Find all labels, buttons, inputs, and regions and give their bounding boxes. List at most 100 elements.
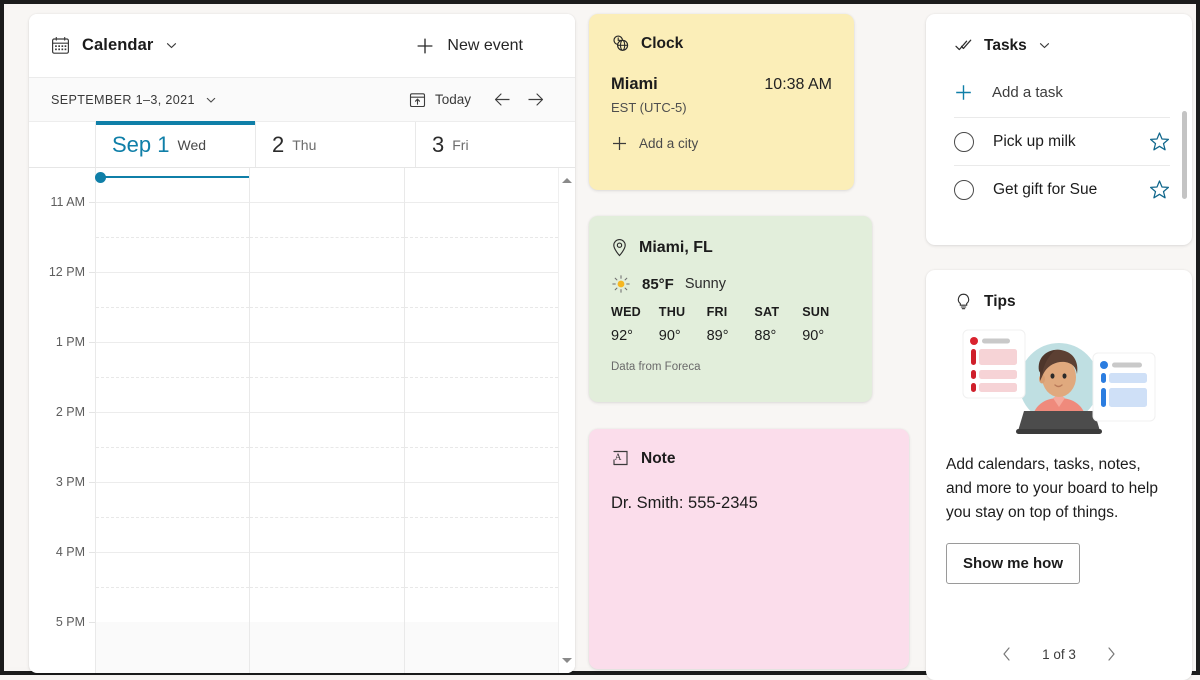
calendar-scrollbar[interactable] — [558, 168, 575, 673]
plus-icon — [415, 36, 435, 56]
board-canvas: Calendar New event — [8, 8, 1192, 667]
scroll-up-arrow-icon[interactable] — [559, 172, 575, 189]
current-time-line — [96, 176, 249, 178]
hour-gridline — [96, 482, 249, 483]
hour-gridline — [250, 412, 403, 413]
day-column-header-0[interactable]: Sep 1 Wed — [95, 122, 255, 167]
calendar-icon — [51, 36, 70, 55]
weather-condition: Sunny — [685, 276, 726, 292]
scroll-down-arrow-icon[interactable] — [559, 652, 575, 669]
time-label: 3 PM — [56, 475, 85, 489]
day-column-2[interactable] — [404, 168, 558, 673]
forecast-day-high: 88° — [754, 328, 802, 344]
day-of-week: Fri — [452, 137, 468, 153]
weather-data-source: Data from Foreca — [611, 361, 850, 373]
half-hour-gridline — [96, 307, 249, 308]
day-of-week: Thu — [292, 137, 316, 153]
half-hour-gridline — [250, 237, 403, 238]
arrow-right-icon[interactable] — [526, 91, 545, 108]
day-column-1[interactable] — [249, 168, 403, 673]
half-hour-gridline — [250, 447, 403, 448]
half-hour-gridline — [405, 307, 558, 308]
add-a-task-button[interactable]: Add a task — [926, 67, 1192, 117]
plus-icon — [954, 83, 973, 102]
half-hour-gridline — [96, 587, 249, 588]
forecast-day-label: SUN — [802, 305, 850, 319]
day-columns — [95, 168, 558, 673]
half-hour-gridline — [405, 237, 558, 238]
calendar-date-bar: SEPTEMBER 1–3, 2021 — [29, 78, 575, 122]
today-calendar-icon — [409, 91, 426, 108]
chevron-down-icon[interactable] — [1038, 39, 1051, 52]
today-button[interactable]: Today — [409, 91, 471, 108]
task-list-item[interactable]: Pick up milk — [954, 117, 1170, 165]
tasks-widget-title: Tasks — [984, 37, 1027, 55]
day-column-header-1[interactable]: 2 Thu — [255, 122, 415, 167]
add-a-task-label: Add a task — [992, 84, 1063, 101]
note-widget-header[interactable]: A Note — [611, 449, 887, 468]
star-icon[interactable] — [1149, 131, 1170, 152]
calendar-title-menu[interactable]: Calendar — [51, 36, 178, 55]
clock-widget-title: Clock — [641, 35, 683, 53]
forecast-day-high: 90° — [802, 328, 850, 344]
clock-city-row: Miami 10:38 AM — [611, 75, 832, 94]
show-me-how-button[interactable]: Show me how — [946, 543, 1080, 584]
half-hour-gridline — [405, 447, 558, 448]
tips-body-text: Add calendars, tasks, notes, and more to… — [946, 453, 1170, 525]
lightbulb-icon — [954, 292, 973, 311]
add-a-city-label: Add a city — [639, 136, 698, 151]
hour-gridline — [405, 412, 558, 413]
arrow-left-icon[interactable] — [493, 91, 512, 108]
day-number: 2 — [272, 132, 284, 158]
hour-gridline — [250, 342, 403, 343]
tips-widget-header: Tips — [926, 292, 1192, 311]
day-of-week: Wed — [178, 137, 207, 153]
hour-gridline — [405, 552, 558, 553]
time-label: 1 PM — [56, 335, 85, 349]
tasks-widget: Tasks Add a task P — [926, 14, 1192, 245]
forecast-day-high: 90° — [659, 328, 707, 344]
forecast-day-label: THU — [659, 305, 707, 319]
new-event-button[interactable]: New event — [415, 36, 555, 56]
off-hours-shading — [96, 622, 249, 673]
add-a-city-button[interactable]: Add a city — [611, 135, 832, 152]
plus-icon — [611, 135, 628, 152]
clock-widget-header[interactable]: Clock — [611, 34, 832, 53]
chevron-right-icon[interactable] — [1104, 646, 1118, 662]
calendar-grid-scroll-area[interactable]: 11 AM12 PM1 PM2 PM3 PM4 PM5 PM — [29, 168, 558, 673]
note-widget[interactable]: A Note Dr. Smith: 555-2345 — [589, 429, 909, 669]
task-label: Get gift for Sue — [993, 181, 1097, 199]
forecast-day-high: 92° — [611, 328, 659, 344]
day-column-header-2[interactable]: 3 Fri — [415, 122, 575, 167]
task-list-item[interactable]: Get gift for Sue — [954, 165, 1170, 213]
calendar-nav-arrows — [493, 91, 555, 108]
chevron-left-icon[interactable] — [1000, 646, 1014, 662]
weather-widget: Miami, FL 8 — [589, 216, 872, 402]
tips-pager: 1 of 3 — [926, 646, 1192, 662]
note-body-text[interactable]: Dr. Smith: 555-2345 — [611, 492, 887, 515]
calendar-widget: Calendar New event — [29, 14, 575, 673]
hour-gridline — [405, 482, 558, 483]
new-event-label: New event — [447, 37, 523, 55]
hour-gridline — [250, 482, 403, 483]
chevron-down-icon — [165, 39, 178, 52]
star-icon[interactable] — [1149, 179, 1170, 200]
weather-widget-header[interactable]: Miami, FL — [611, 238, 850, 257]
task-checkbox[interactable] — [954, 180, 974, 200]
day-header-row: Sep 1 Wed 2 Thu 3 Fri — [29, 122, 575, 168]
tasks-scrollbar[interactable] — [1182, 111, 1187, 199]
calendar-title: Calendar — [82, 36, 153, 55]
off-hours-shading — [250, 622, 403, 673]
hour-gridline — [405, 202, 558, 203]
clock-city-name: Miami — [611, 75, 658, 94]
time-label: 11 AM — [50, 195, 85, 209]
date-range-selector[interactable]: SEPTEMBER 1–3, 2021 — [51, 93, 217, 107]
forecast-day-1: THU 90° — [659, 305, 707, 344]
day-column-0[interactable] — [95, 168, 249, 673]
time-gutter-header — [29, 122, 95, 167]
tasks-widget-header[interactable]: Tasks — [926, 36, 1192, 55]
task-checkbox[interactable] — [954, 132, 974, 152]
note-widget-title: Note — [641, 450, 675, 468]
tips-widget-title: Tips — [984, 293, 1016, 311]
tasks-check-icon — [954, 36, 973, 55]
